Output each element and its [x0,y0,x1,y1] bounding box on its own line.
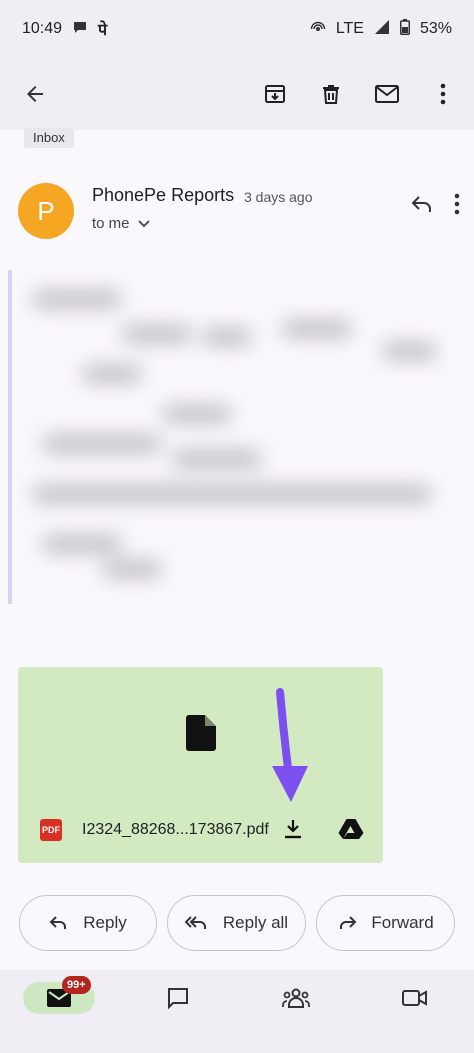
save-to-drive-button[interactable] [338,818,364,845]
message-body-blurred [8,270,448,604]
signal-icon [374,19,390,40]
nav-mail[interactable]: 99+ [0,970,119,1053]
recipient-label: to me [92,215,130,232]
more-vert-icon [440,83,446,105]
sender-avatar[interactable]: P [18,183,74,239]
battery-icon [399,18,410,40]
attachment-card[interactable]: PDF I2324_88268...173867.pdf [18,667,383,863]
sent-time: 3 days ago [244,189,313,205]
mark-unread-icon [375,85,399,103]
delete-icon [323,85,339,104]
reply-icon [411,196,431,212]
attachment-name: I2324_88268...173867.pdf [82,821,269,838]
archive-button[interactable] [258,77,292,111]
message-more-button[interactable] [454,193,460,220]
network-type: LTE [335,20,364,37]
forward-button[interactable]: Forward [316,895,455,951]
nav-meet[interactable] [356,970,474,1053]
mail-count-badge: 99+ [62,976,91,994]
label-chip-inbox[interactable]: Inbox [24,128,74,148]
download-icon [285,820,301,839]
nav-meet-pill [379,982,451,1014]
spaces-icon [282,988,311,1008]
chevron-down-icon [137,219,150,227]
back-button[interactable] [18,77,52,111]
more-vert-icon [454,193,460,215]
more-options-button[interactable] [426,77,460,111]
archive-icon [265,85,285,103]
nav-spaces-pill [260,982,332,1014]
reply-label: Reply [83,913,127,932]
reply-actions: Reply Reply all Forward [19,895,455,951]
sender-name: PhonePe Reports [92,185,235,205]
app-bar [0,58,474,130]
reply-button[interactable]: Reply [19,895,157,951]
chat-icon [167,988,188,1010]
hotspot-icon [310,19,326,40]
annotation-arrow [268,688,312,811]
delete-button[interactable] [314,77,348,111]
forward-icon [340,916,357,929]
sender-row: P PhonePe Reports 3 days ago to me [18,183,464,241]
recipient-toggle[interactable]: to me [92,215,150,232]
download-button[interactable] [284,819,302,844]
status-pe-glyph: पे [98,22,108,39]
pdf-icon: PDF [40,819,62,841]
message-notification-icon [72,19,88,40]
reply-all-label: Reply all [222,913,289,932]
nav-chat[interactable] [119,970,238,1053]
nav-chat-pill [142,982,214,1014]
attachment-row: PDF I2324_88268...173867.pdf [40,817,370,843]
arrow-back-icon [27,86,43,102]
reply-quick-button[interactable] [410,194,434,219]
status-bar: 10:49 पे LTE 53% [0,0,474,58]
mark-unread-button[interactable] [370,77,404,111]
meet-icon [401,990,427,1006]
reply-all-icon [184,916,206,929]
drive-icon [338,819,364,839]
reply-all-button[interactable]: Reply all [167,895,306,951]
status-time: 10:49 [22,20,63,37]
battery-level: 53% [419,20,452,37]
forward-label: Forward [371,913,434,932]
file-preview-icon [186,715,216,756]
reply-icon [49,916,67,929]
nav-spaces[interactable] [237,970,356,1053]
bottom-navigation: 99+ [0,970,474,1053]
